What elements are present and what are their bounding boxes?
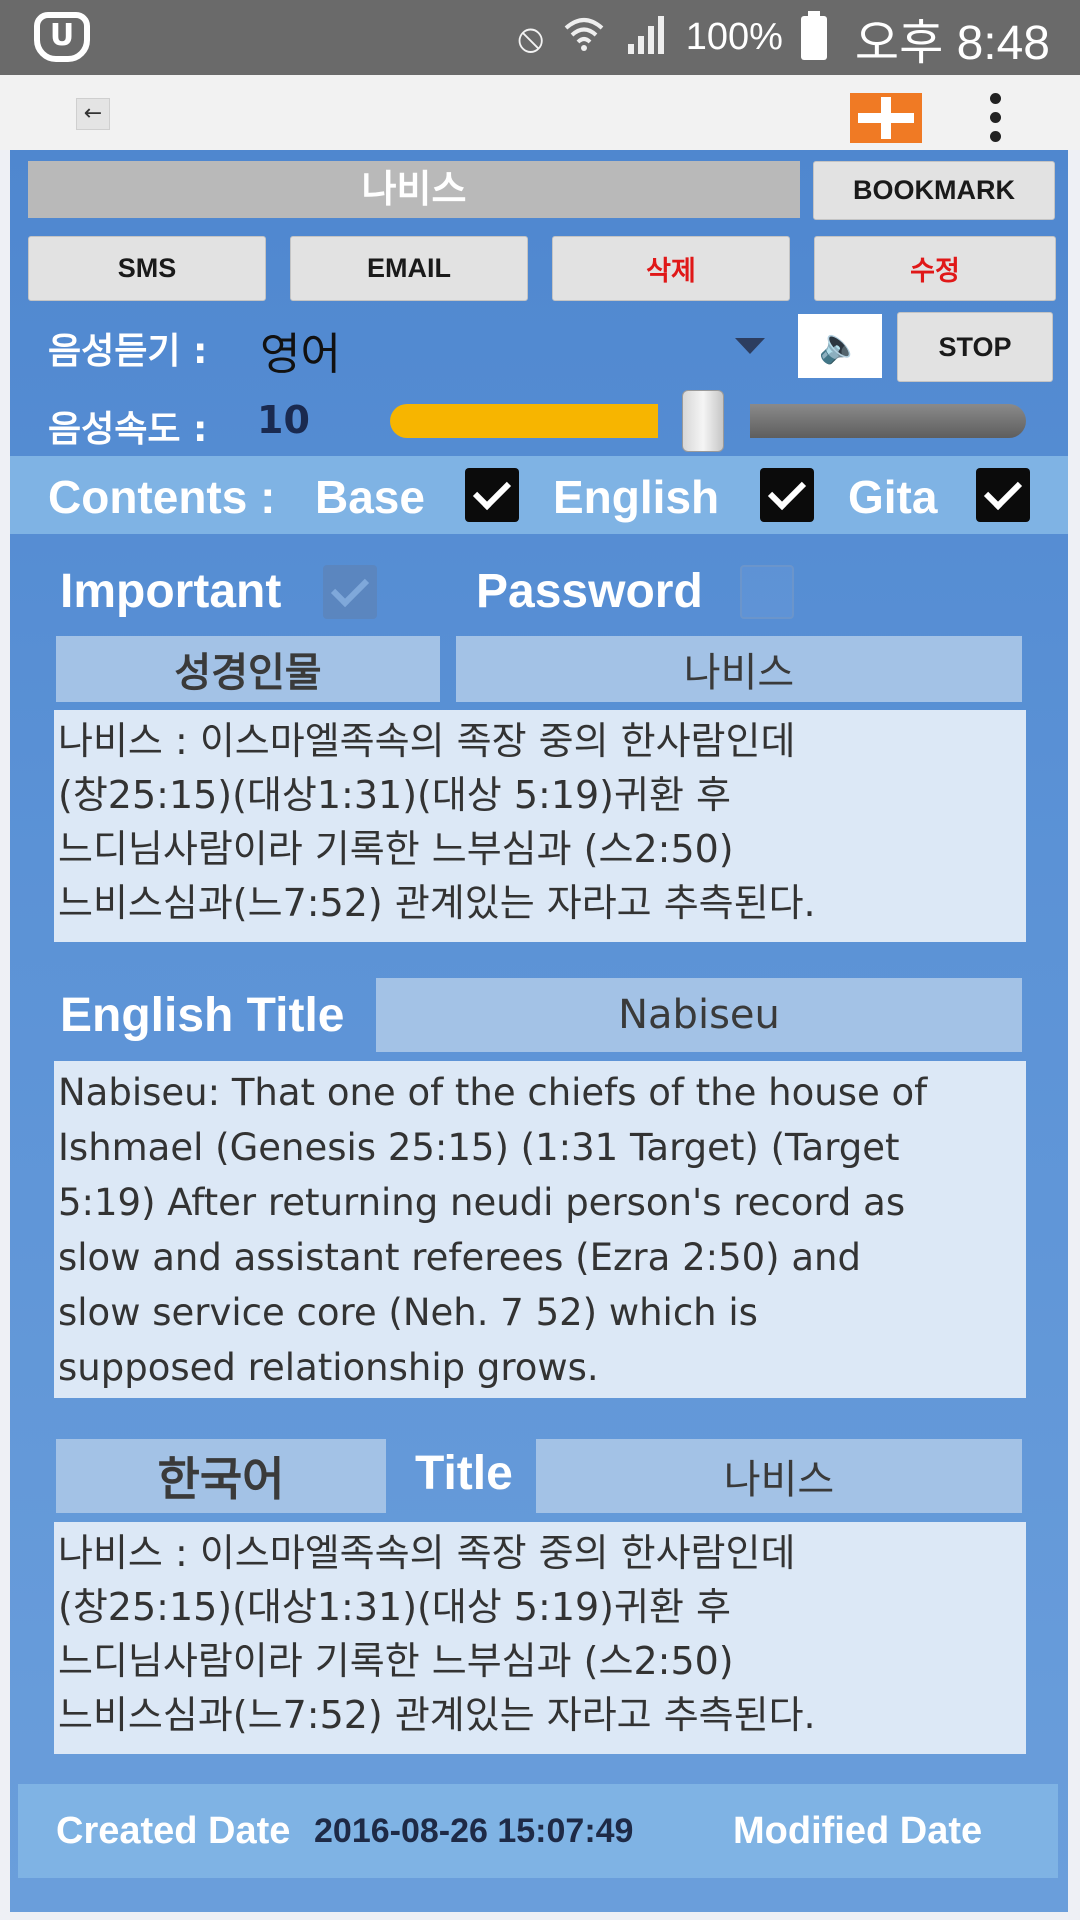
contents-gita-label: Gita [848,471,938,523]
base-content-text[interactable]: 나비스 : 이스마엘족속의 족장 중의 한사람인데 (창25:15)(대상1:3… [54,710,1026,942]
category-label: 성경인물 [56,636,440,702]
important-checkbox[interactable] [323,565,377,619]
carrier-logo-icon: U [34,12,90,62]
add-icon[interactable] [850,93,922,143]
contents-gita-checkbox[interactable] [976,468,1030,522]
password-label: Password [476,565,703,618]
category-value[interactable]: 나비스 [456,636,1022,702]
clock: 오후 8:48 [854,16,1050,70]
wifi-icon [562,12,606,63]
dropdown-arrow-icon[interactable] [735,338,765,354]
stop-button[interactable]: STOP [897,312,1053,382]
contents-english-checkbox[interactable] [760,468,814,522]
action-bar: ← [0,75,1080,150]
english-content-text[interactable]: Nabiseu: That one of the chiefs of the h… [54,1061,1026,1398]
email-button[interactable]: EMAIL [290,236,528,301]
speed-slider-thumb[interactable] [682,390,724,452]
speaker-button[interactable]: 🔈 [798,314,882,378]
speaker-icon: 🔈 [818,326,862,366]
contents-bar: Contents : Base English Gita [10,456,1068,534]
delete-button[interactable]: 삭제 [552,236,790,301]
english-title-value[interactable]: Nabiseu [376,978,1022,1052]
overflow-menu-icon[interactable] [980,93,1010,143]
vibrate-mute-icon: ⦸ [517,14,544,61]
created-date-value: 2016-08-26 15:07:49 [314,1812,634,1850]
status-icons: ⦸ 100% 오후 8:48 [518,0,1050,75]
date-footer: Created Date 2016-08-26 15:07:49 Modifie… [18,1784,1058,1878]
voice-listen-label: 음성듣기 : [48,331,208,372]
signal-icon [624,12,668,63]
contents-base-checkbox[interactable] [465,468,519,522]
battery-percent: 100% [685,16,783,58]
voice-speed-value: 10 [257,398,310,442]
created-date-label: Created Date [56,1810,291,1852]
contents-english-label: English [553,471,720,523]
korean-content-text[interactable]: 나비스 : 이스마엘족속의 족장 중의 한사람인데 (창25:15)(대상1:3… [54,1522,1026,1754]
password-checkbox[interactable] [740,565,794,619]
contents-base-label: Base [315,471,425,523]
modified-date-label: Modified Date [733,1810,983,1852]
korean-title-value[interactable]: 나비스 [536,1439,1022,1513]
bookmark-button[interactable]: BOOKMARK [813,161,1055,220]
entry-title: 나비스 [28,161,800,218]
speed-slider-track[interactable] [750,404,1026,438]
entry-detail-panel: 나비스 BOOKMARK SMS EMAIL 삭제 수정 음성듣기 : 영어 🔈… [10,150,1068,1912]
speed-slider-progress[interactable] [390,404,658,438]
status-bar: U ⦸ 100% 오후 8:48 [0,0,1080,75]
sms-button[interactable]: SMS [28,236,266,301]
edit-button[interactable]: 수정 [814,236,1056,301]
voice-speed-label: 음성속도 : [48,409,208,450]
battery-icon [800,10,827,60]
contents-label: Contents : [48,471,276,523]
important-label: Important [60,565,282,618]
voice-language-select[interactable]: 영어 [260,318,341,382]
english-title-label: English Title [60,989,345,1042]
korean-title-label: Title [415,1447,513,1500]
korean-language-label: 한국어 [56,1439,386,1513]
back-button[interactable]: ← [76,98,110,130]
